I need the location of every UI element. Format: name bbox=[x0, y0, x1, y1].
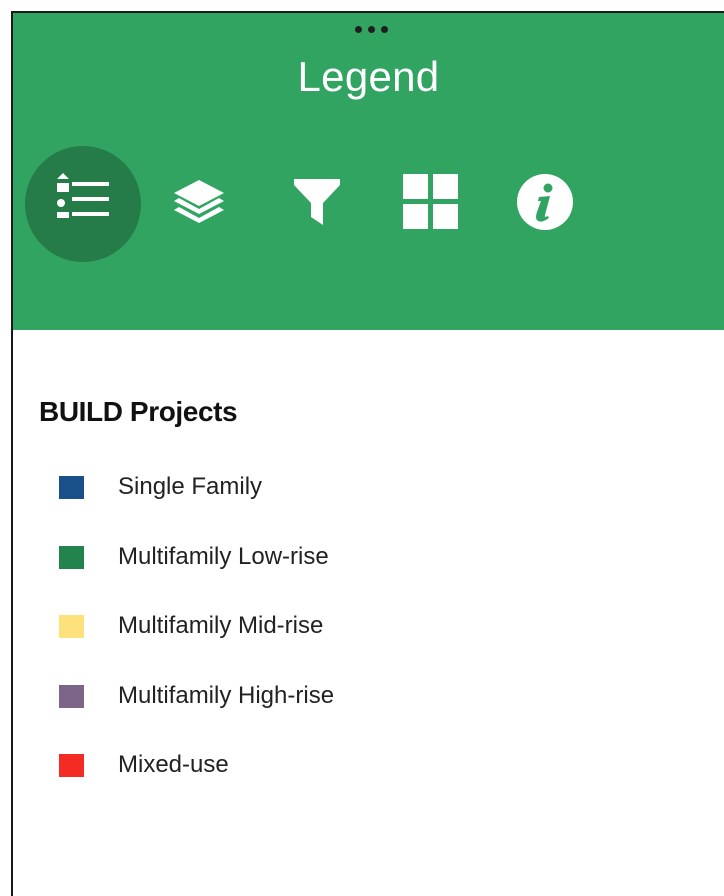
legend-swatch bbox=[59, 545, 84, 569]
list-icon bbox=[52, 171, 114, 238]
legend-list: Single Family Multifamily Low-rise Multi… bbox=[59, 470, 334, 818]
legend-label: Mixed-use bbox=[118, 751, 229, 778]
tab-legend[interactable] bbox=[25, 146, 141, 262]
section-title: BUILD Projects bbox=[39, 396, 238, 427]
legend-label: Multifamily Mid-rise bbox=[118, 612, 324, 639]
legend-item: Multifamily Mid-rise bbox=[59, 609, 334, 679]
tab-layers[interactable] bbox=[141, 146, 257, 262]
tab-basemap[interactable] bbox=[373, 146, 489, 262]
tab-info[interactable] bbox=[487, 146, 603, 262]
legend-label: Multifamily High-rise bbox=[118, 681, 335, 709]
panel-title: Legend bbox=[297, 53, 440, 100]
handle-dot bbox=[380, 25, 388, 33]
legend-content: BUILD Projects Single Family Multifamily… bbox=[13, 330, 724, 896]
legend-label: Multifamily Low-rise bbox=[118, 542, 329, 570]
drag-handle-dots-icon[interactable] bbox=[347, 24, 395, 34]
handle-dot bbox=[354, 25, 362, 33]
legend-label: Single Family bbox=[118, 473, 263, 500]
legend-swatch bbox=[59, 615, 84, 638]
handle-dot bbox=[367, 25, 375, 33]
legend-item: Multifamily High-rise bbox=[59, 679, 334, 749]
legend-swatch bbox=[59, 754, 84, 777]
legend-item: Mixed-use bbox=[59, 748, 334, 818]
info-icon bbox=[515, 172, 575, 237]
layers-icon bbox=[169, 172, 229, 237]
tab-filter[interactable] bbox=[259, 146, 375, 262]
legend-panel: Legend BUILD Projects Single Family Mult… bbox=[11, 11, 724, 896]
filter-icon bbox=[289, 173, 345, 236]
grid-icon bbox=[402, 173, 460, 236]
panel-header: Legend bbox=[13, 13, 724, 330]
legend-swatch bbox=[59, 476, 84, 499]
legend-item: Multifamily Low-rise bbox=[59, 540, 334, 610]
legend-item: Single Family bbox=[59, 470, 334, 540]
legend-swatch bbox=[59, 684, 84, 708]
